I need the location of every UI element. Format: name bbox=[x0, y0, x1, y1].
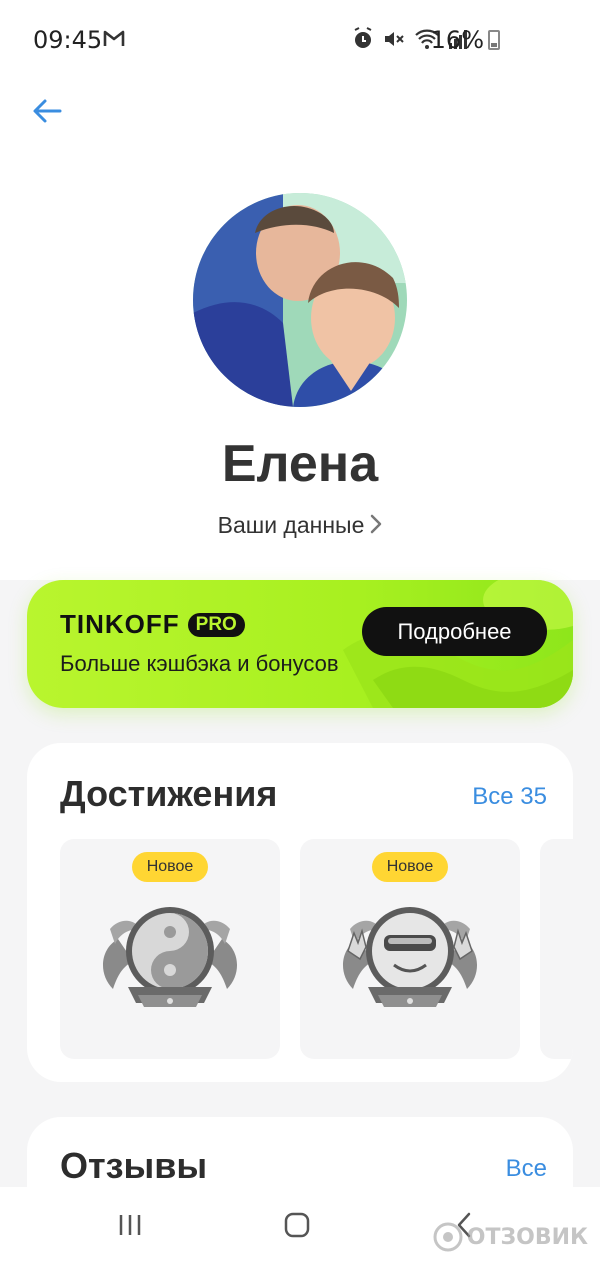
otzovik-logo-icon bbox=[433, 1222, 463, 1252]
arrow-left-icon bbox=[33, 99, 62, 123]
rock-sunglasses-medal-icon bbox=[342, 907, 478, 1007]
status-time: 09:45 bbox=[33, 26, 103, 54]
reviews-all-link[interactable]: Все bbox=[506, 1155, 547, 1183]
achievements-title: Достижения bbox=[60, 773, 278, 814]
promo-brand-text: TINKOFF bbox=[60, 609, 180, 639]
home-button[interactable] bbox=[283, 1211, 311, 1244]
achievements-all-link[interactable]: Все 35 bbox=[472, 783, 547, 811]
your-data-label: Ваши данные bbox=[217, 512, 365, 538]
mute-icon bbox=[382, 27, 406, 55]
watermark-text: ОТЗОВИК bbox=[466, 1224, 588, 1250]
chevron-right-icon bbox=[370, 513, 382, 540]
alarm-icon bbox=[352, 27, 374, 55]
profile-name: Елена bbox=[221, 435, 379, 493]
new-badge: Новое bbox=[132, 852, 208, 882]
promo-pro-tag: PRO bbox=[187, 612, 245, 637]
home-icon bbox=[284, 1212, 310, 1238]
reviews-title: Отзывы bbox=[60, 1145, 208, 1186]
recent-apps-icon bbox=[119, 1215, 141, 1235]
promo-details-button[interactable]: Подробнее bbox=[362, 607, 547, 656]
promo-subtitle: Больше кэшбэка и бонусов bbox=[60, 651, 339, 676]
status-bar: 09:45 16% bbox=[0, 0, 600, 80]
achievement-tile[interactable]: Новое bbox=[300, 839, 520, 1059]
gmail-icon bbox=[103, 29, 125, 51]
your-data-link[interactable]: Ваши данные bbox=[0, 512, 600, 540]
back-button[interactable] bbox=[30, 96, 64, 126]
achievement-tile[interactable]: Новое bbox=[60, 839, 280, 1059]
yin-yang-cats-medal-icon bbox=[102, 907, 238, 1007]
achievement-tile[interactable] bbox=[540, 839, 573, 1059]
watermark: ОТЗОВИК bbox=[433, 1222, 588, 1252]
recent-apps-button[interactable] bbox=[116, 1211, 144, 1244]
avatar[interactable] bbox=[193, 193, 407, 407]
achievements-card: Достижения Все 35 Новое Новое bbox=[27, 743, 573, 1082]
new-badge: Новое bbox=[372, 852, 448, 882]
tinkoff-pro-banner[interactable]: TINKOFF PRO Больше кэшбэка и бонусов Под… bbox=[27, 580, 573, 708]
battery-icon bbox=[488, 30, 500, 50]
battery-level: 16% bbox=[430, 26, 484, 54]
promo-brand: TINKOFF PRO bbox=[60, 609, 245, 640]
